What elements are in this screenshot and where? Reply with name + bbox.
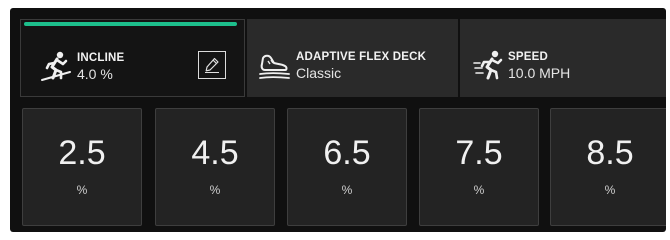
tab-deck-value: Classic	[296, 65, 342, 81]
preset-button[interactable]: 8.5 %	[550, 108, 666, 226]
preset-value: 6.5	[323, 134, 371, 172]
preset-button[interactable]: 7.5 %	[419, 108, 539, 226]
active-tab-indicator	[24, 22, 237, 26]
preset-value: 4.5	[191, 134, 239, 172]
preset-unit: %	[473, 183, 485, 197]
preset-value: 2.5	[58, 134, 106, 172]
preset-unit: %	[341, 183, 353, 197]
tab-speed-value: 10.0 MPH	[508, 65, 571, 81]
edit-button[interactable]	[198, 51, 226, 79]
tab-deck-title: ADAPTIVE FLEX DECK	[296, 51, 427, 63]
preset-unit: %	[209, 183, 221, 197]
tab-incline-value: 4.0 %	[77, 66, 113, 82]
preset-unit: %	[604, 183, 616, 197]
preset-button[interactable]: 2.5 %	[22, 108, 142, 226]
preset-value: 7.5	[455, 134, 503, 172]
tab-adaptive-flex-deck[interactable]: ADAPTIVE FLEX DECK Classic	[247, 19, 458, 97]
metric-tabs: INCLINE 4.0 % ADAPTIVE FLEX DECK Classic…	[10, 8, 666, 98]
tab-incline-title: INCLINE	[77, 52, 125, 64]
preset-button[interactable]: 6.5 %	[287, 108, 407, 226]
tab-speed[interactable]: SPEED 10.0 MPH	[460, 19, 666, 97]
preset-button[interactable]: 4.5 %	[155, 108, 275, 226]
speed-runner-icon	[472, 49, 506, 81]
tab-incline[interactable]: INCLINE 4.0 %	[20, 19, 245, 97]
preset-unit: %	[76, 183, 88, 197]
preset-value: 8.5	[586, 134, 634, 172]
incline-runner-icon	[39, 50, 73, 82]
treadmill-screen: INCLINE 4.0 % ADAPTIVE FLEX DECK Classic…	[10, 8, 666, 232]
shoe-deck-icon	[257, 49, 291, 81]
tab-speed-title: SPEED	[508, 51, 548, 63]
incline-presets: 2.5 % 4.5 % 6.5 % 7.5 % 8.5 %	[10, 108, 666, 232]
